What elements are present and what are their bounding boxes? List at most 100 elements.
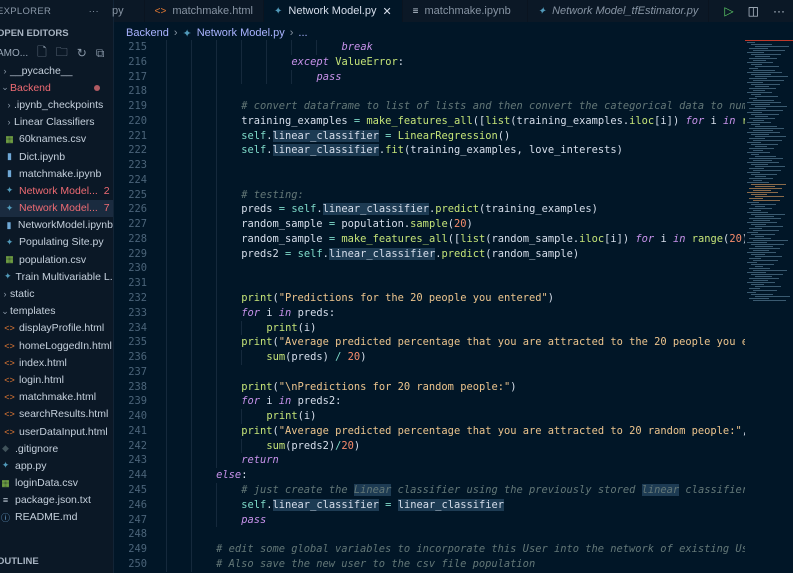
breadcrumb-symbol[interactable]: ... <box>298 27 307 39</box>
tree-item[interactable]: <>userDataInput.html <box>0 423 113 440</box>
indent-guide <box>266 70 267 85</box>
breadcrumb-folder[interactable]: Backend <box>126 27 169 39</box>
tree-item[interactable]: <>matchmake.html <box>0 389 113 406</box>
indent-guide <box>216 394 217 409</box>
new-folder-icon[interactable]: 🗀 <box>56 43 68 64</box>
tree-item[interactable]: ▦loginData.csv <box>0 475 113 492</box>
line-number: 225 <box>114 188 147 203</box>
tree-item[interactable]: ✦Train Multivariable L... <box>0 268 113 285</box>
refresh-icon[interactable]: ↻ <box>77 46 87 60</box>
line-number: 247 <box>114 513 147 528</box>
code-self: self <box>241 499 266 511</box>
minimap[interactable] <box>745 40 793 573</box>
indent-guide <box>216 99 217 114</box>
tree-item[interactable]: ▮matchmake.ipynb <box>0 165 113 182</box>
tab-0[interactable]: py <box>104 0 145 22</box>
more-actions-icon[interactable]: ··· <box>773 4 785 18</box>
indent-guide <box>191 527 192 542</box>
indent-guide <box>216 335 217 350</box>
tree-item[interactable]: <>homeLoggedIn.html <box>0 337 113 354</box>
breadcrumb-file[interactable]: Network Model.py <box>197 27 285 39</box>
collapse-all-icon[interactable]: ⧉ <box>96 46 105 61</box>
tree-item[interactable]: <>searchResults.html <box>0 406 113 423</box>
tree-item[interactable]: ⓘREADME.md <box>0 509 113 526</box>
minimap-line <box>747 102 781 103</box>
code-function: ValueError <box>335 56 398 68</box>
close-icon[interactable]: ✕ <box>382 5 391 18</box>
minimap-line <box>749 278 779 279</box>
chevron-right-icon[interactable]: › <box>0 289 10 299</box>
indent-guide <box>266 40 267 55</box>
html-file-icon: <> <box>4 375 15 385</box>
tab-3[interactable]: ≡matchmake.ipynb <box>403 0 528 22</box>
outline-section[interactable]: OUTLINE <box>0 556 39 567</box>
git-file-icon: ◆ <box>0 444 11 454</box>
minimap-line <box>755 196 784 197</box>
chevron-right-icon[interactable]: › <box>4 100 14 110</box>
code-keyword: in <box>279 395 292 407</box>
tree-item[interactable]: <>displayProfile.html <box>0 320 113 337</box>
tree-item[interactable]: ⌄templates <box>0 303 113 320</box>
split-editor-icon[interactable]: ◫ <box>748 4 759 18</box>
tree-item[interactable]: ▮Dict.ipynb <box>0 148 113 165</box>
indent-guide <box>166 542 167 557</box>
tab-2[interactable]: ✦Network Model.py✕ <box>264 0 403 22</box>
indent-guide <box>191 542 192 557</box>
tree-item[interactable]: ›__pycache__ <box>0 62 113 79</box>
minimap-slider[interactable] <box>745 40 793 41</box>
code-keyword: except <box>291 56 329 68</box>
tree-item[interactable]: ›.ipynb_checkpoints <box>0 96 113 113</box>
indent-guide <box>166 350 167 365</box>
tree-item[interactable]: ◆.gitignore <box>0 440 113 457</box>
code-number: 20 <box>454 218 467 230</box>
tree-item[interactable]: ≡package.json.txt <box>0 492 113 509</box>
tree-item[interactable]: ›static <box>0 285 113 302</box>
tree-item[interactable]: <>index.html <box>0 354 113 371</box>
html-file-icon: <> <box>4 427 15 437</box>
tree-item[interactable]: ✦Populating Site.py <box>0 234 113 251</box>
indent-guide <box>241 439 242 454</box>
indent-guide <box>166 188 167 203</box>
folder-name[interactable]: AMO... <box>0 48 28 59</box>
code-comment: # just create the Linear classifier usin… <box>241 484 745 496</box>
new-file-icon[interactable]: 🗋 <box>37 43 47 64</box>
tree-item-label: app.py <box>15 460 47 472</box>
code-line: 235print("Average predicted percentage t… <box>114 335 745 350</box>
indent-guide <box>166 129 167 144</box>
tree-item-label: templates <box>10 305 56 317</box>
tree-item[interactable]: <>login.html <box>0 371 113 388</box>
chevron-down-icon[interactable]: ⌄ <box>0 82 10 93</box>
minimap-line <box>755 176 766 177</box>
indent-guide <box>241 55 242 70</box>
tree-item[interactable]: ✦app.py <box>0 457 113 474</box>
tab-1[interactable]: <>matchmake.html <box>145 0 264 22</box>
chevron-down-icon[interactable]: ⌄ <box>0 306 10 317</box>
code-editor[interactable]: 215break216except ValueError:217pass2182… <box>114 40 745 573</box>
minimap-line <box>747 242 767 243</box>
tree-item[interactable]: ▮NetworkModel.ipynb <box>0 217 113 234</box>
tree-item[interactable]: ✦Network Model...7 <box>0 200 113 217</box>
minimap-line <box>755 106 787 107</box>
tree-item[interactable]: ✦Network Model...2 <box>0 182 113 199</box>
chevron-right-icon[interactable]: › <box>4 117 14 127</box>
line-number: 243 <box>114 453 147 468</box>
tree-item[interactable]: ▦60knames.csv <box>0 131 113 148</box>
code-function: print <box>241 425 272 437</box>
tab-4[interactable]: ✦Network Model_tfEstimator.py <box>528 0 710 22</box>
editor-actions: ▷ ◫ ··· <box>724 0 793 22</box>
run-icon[interactable]: ▷ <box>724 4 733 18</box>
tree-item[interactable]: ⌄Backend <box>0 79 113 96</box>
code-text: preds2 = self.linear_classifier.predict(… <box>241 247 579 262</box>
line-number: 227 <box>114 217 147 232</box>
line-number: 249 <box>114 542 147 557</box>
explorer-more-button[interactable]: ··· <box>89 6 99 17</box>
chevron-right-icon[interactable]: › <box>0 66 10 76</box>
tree-item[interactable]: ›Linear Classifiers <box>0 114 113 131</box>
indent-guide <box>191 202 192 217</box>
indent-guide <box>216 129 217 144</box>
tree-item[interactable]: ▦population.csv <box>0 251 113 268</box>
code-keyword: return <box>241 454 279 466</box>
code-text: print("Average predicted percentage that… <box>241 424 745 439</box>
code-function: iloc <box>629 115 654 127</box>
open-editors-section[interactable]: OPEN EDITORS <box>0 22 113 44</box>
